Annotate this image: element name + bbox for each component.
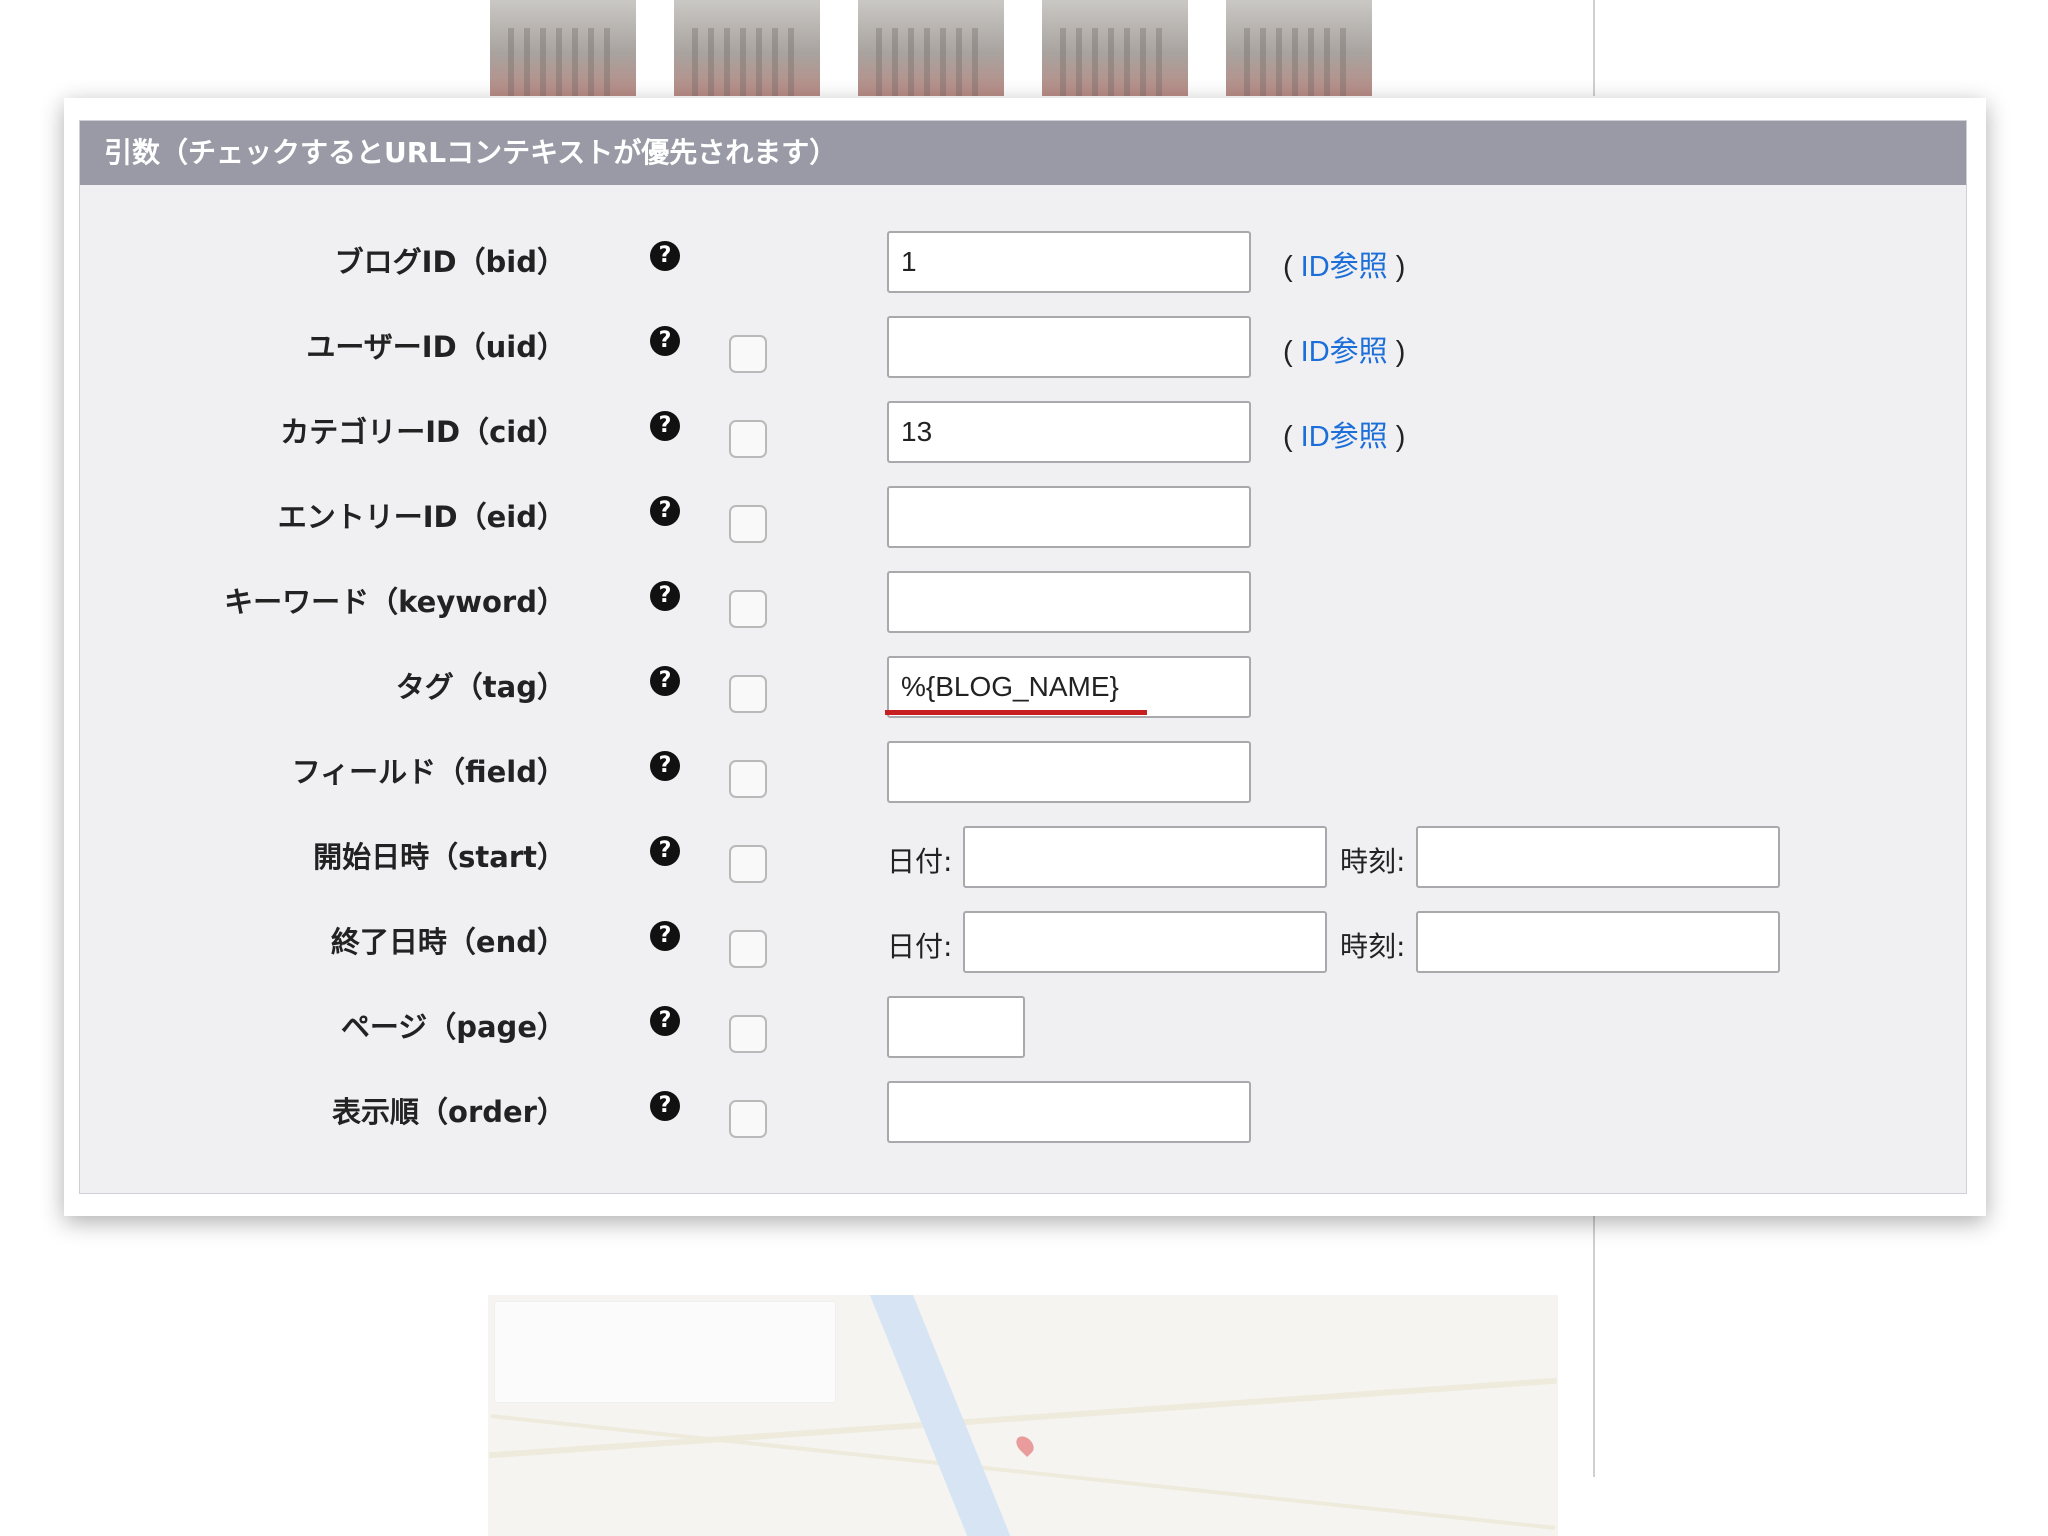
row-bid: ブログID（bid） ? (ID参照) bbox=[80, 231, 1966, 297]
highlight-underline bbox=[885, 710, 1147, 715]
row-start: 開始日時（start） ? 日付: 時刻: bbox=[80, 826, 1966, 892]
help-icon[interactable]: ? bbox=[650, 581, 680, 611]
end-date-input[interactable] bbox=[963, 911, 1327, 973]
help-icon[interactable]: ? bbox=[650, 666, 680, 696]
page-context-checkbox[interactable] bbox=[729, 1015, 767, 1053]
row-keyword: キーワード（keyword） ? bbox=[80, 571, 1966, 637]
label-bid: ブログID（bid） bbox=[334, 245, 566, 279]
label-tag: タグ（tag） bbox=[395, 670, 566, 704]
panel-title: 引数（チェックするとURLコンテキストが優先されます） bbox=[80, 121, 1966, 185]
id-reference: (ID参照) bbox=[1283, 251, 1406, 283]
row-tag: タグ（tag） ? bbox=[80, 656, 1966, 722]
background-thumbnail bbox=[674, 0, 820, 96]
uid-context-checkbox[interactable] bbox=[729, 335, 767, 373]
eid-input[interactable] bbox=[887, 486, 1251, 548]
help-icon[interactable]: ? bbox=[650, 1091, 680, 1121]
label-page: ページ（page） bbox=[340, 1010, 566, 1044]
label-field: フィールド（field） bbox=[291, 755, 566, 789]
row-eid: エントリーID（eid） ? bbox=[80, 486, 1966, 552]
background-thumbnail bbox=[1042, 0, 1188, 96]
end-time-label: 時刻: bbox=[1340, 930, 1406, 963]
row-field: フィールド（field） ? bbox=[80, 741, 1966, 807]
help-icon[interactable]: ? bbox=[650, 326, 680, 356]
field-context-checkbox[interactable] bbox=[729, 760, 767, 798]
background-thumbnail bbox=[858, 0, 1004, 96]
cid-input[interactable] bbox=[887, 401, 1251, 463]
start-context-checkbox[interactable] bbox=[729, 845, 767, 883]
help-icon[interactable]: ? bbox=[650, 241, 680, 271]
help-icon[interactable]: ? bbox=[650, 411, 680, 441]
label-end: 終了日時（end） bbox=[330, 925, 566, 959]
id-reference-link[interactable]: ID参照 bbox=[1301, 421, 1388, 453]
id-reference: (ID参照) bbox=[1283, 336, 1406, 368]
map-pin-icon bbox=[1012, 1432, 1038, 1458]
background-divider bbox=[1593, 1215, 1595, 1477]
start-date-input[interactable] bbox=[963, 826, 1327, 888]
eid-context-checkbox[interactable] bbox=[729, 505, 767, 543]
help-icon[interactable]: ? bbox=[650, 1006, 680, 1036]
end-time-input[interactable] bbox=[1416, 911, 1780, 973]
row-order: 表示順（order） ? bbox=[80, 1081, 1966, 1147]
order-input[interactable] bbox=[887, 1081, 1251, 1143]
label-cid: カテゴリーID（cid） bbox=[280, 415, 566, 449]
tag-input[interactable] bbox=[887, 656, 1251, 718]
label-order: 表示順（order） bbox=[332, 1095, 566, 1129]
end-context-checkbox[interactable] bbox=[729, 930, 767, 968]
id-reference-link[interactable]: ID参照 bbox=[1301, 251, 1388, 283]
page-input[interactable] bbox=[887, 996, 1025, 1058]
background-map bbox=[488, 1295, 1558, 1536]
keyword-input[interactable] bbox=[887, 571, 1251, 633]
tag-context-checkbox[interactable] bbox=[729, 675, 767, 713]
start-date-label: 日付: bbox=[887, 845, 953, 878]
row-end: 終了日時（end） ? 日付: 時刻: bbox=[80, 911, 1966, 977]
id-reference: (ID参照) bbox=[1283, 421, 1406, 453]
help-icon[interactable]: ? bbox=[650, 751, 680, 781]
order-context-checkbox[interactable] bbox=[729, 1100, 767, 1138]
end-date-label: 日付: bbox=[887, 930, 953, 963]
help-icon[interactable]: ? bbox=[650, 836, 680, 866]
background-thumbnail bbox=[1226, 0, 1372, 96]
arguments-panel-body: 引数（チェックするとURLコンテキストが優先されます） ブログID（bid） ?… bbox=[79, 120, 1967, 1194]
bid-input[interactable] bbox=[887, 231, 1251, 293]
label-start: 開始日時（start） bbox=[313, 840, 566, 874]
label-keyword: キーワード（keyword） bbox=[224, 585, 566, 619]
label-uid: ユーザーID（uid） bbox=[306, 330, 566, 364]
label-eid: エントリーID（eid） bbox=[277, 500, 566, 534]
keyword-context-checkbox[interactable] bbox=[729, 590, 767, 628]
help-icon[interactable]: ? bbox=[650, 921, 680, 951]
row-uid: ユーザーID（uid） ? (ID参照) bbox=[80, 316, 1966, 382]
row-cid: カテゴリーID（cid） ? (ID参照) bbox=[80, 401, 1966, 467]
arguments-panel: 引数（チェックするとURLコンテキストが優先されます） ブログID（bid） ?… bbox=[64, 98, 1986, 1216]
cid-context-checkbox[interactable] bbox=[729, 420, 767, 458]
id-reference-link[interactable]: ID参照 bbox=[1301, 336, 1388, 368]
background-thumbnail bbox=[490, 0, 636, 96]
field-input[interactable] bbox=[887, 741, 1251, 803]
start-time-input[interactable] bbox=[1416, 826, 1780, 888]
start-time-label: 時刻: bbox=[1340, 845, 1406, 878]
background-divider bbox=[1593, 0, 1595, 96]
help-icon[interactable]: ? bbox=[650, 496, 680, 526]
uid-input[interactable] bbox=[887, 316, 1251, 378]
row-page: ページ（page） ? bbox=[80, 996, 1966, 1062]
